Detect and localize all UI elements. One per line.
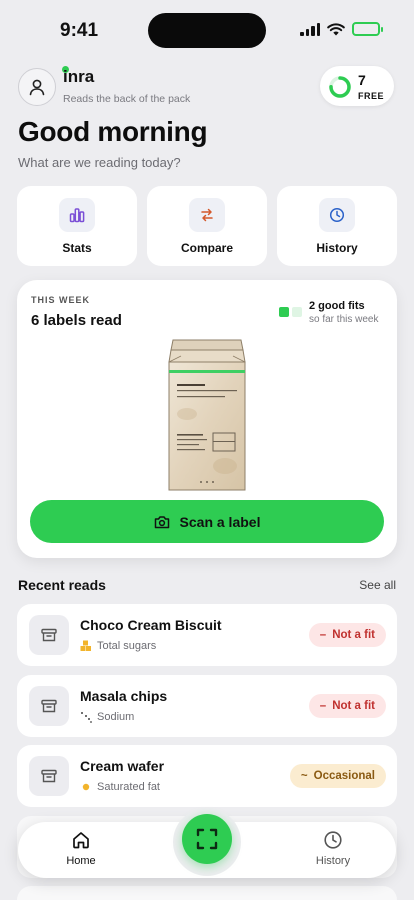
- week-kicker: THIS WEEK: [31, 295, 91, 305]
- nutrient-label: Total sugars: [97, 640, 157, 652]
- recent-read-item[interactable]: Choco Cream Biscuit Total sugars – Not a…: [17, 604, 397, 666]
- salt-dots-icon: [81, 712, 92, 723]
- history-label: History: [316, 241, 358, 255]
- app-name: inra: [63, 67, 95, 86]
- history-button[interactable]: History: [277, 186, 397, 266]
- scan-label-text: Scan a label: [179, 513, 261, 530]
- good-fits-legend: [279, 307, 302, 317]
- good-fits-subtitle: so far this week: [309, 314, 379, 325]
- app-tagline: Reads the back of the pack: [63, 93, 191, 105]
- history-icon-tile: [319, 198, 355, 232]
- progress-ring-icon: [329, 76, 351, 98]
- user-icon: [29, 79, 45, 96]
- food-package-illustration: [168, 339, 246, 491]
- archive-box-icon: [29, 686, 69, 726]
- sugar-cubes-icon: [80, 640, 91, 651]
- status-icons: [300, 22, 383, 36]
- status-bar: 9:41: [0, 0, 414, 60]
- recent-reads-title: Recent reads: [18, 577, 106, 593]
- dynamic-island: [148, 13, 266, 48]
- profile-avatar[interactable]: [18, 68, 56, 106]
- greeting-subtitle: What are we reading today?: [18, 155, 181, 170]
- tab-home[interactable]: Home: [41, 830, 121, 867]
- wifi-icon: [327, 22, 345, 35]
- scan-label-button[interactable]: Scan a label: [30, 500, 384, 543]
- compare-button[interactable]: Compare: [147, 186, 267, 266]
- clock-icon: [324, 831, 342, 849]
- nutrient-label: Sodium: [97, 711, 135, 723]
- product-name: Cream wafer: [80, 758, 165, 774]
- product-name: Choco Cream Biscuit: [80, 617, 222, 633]
- minus-icon: –: [319, 700, 327, 712]
- bar-chart-icon: [69, 208, 85, 223]
- home-icon: [73, 832, 89, 849]
- status-time: 9:41: [60, 20, 99, 41]
- swap-arrows-icon: [201, 208, 213, 222]
- tab-history[interactable]: History: [293, 830, 373, 867]
- stats-button[interactable]: Stats: [17, 186, 137, 266]
- compare-icon-tile: [189, 198, 225, 232]
- fat-drop-icon: [82, 783, 90, 791]
- compare-label: Compare: [180, 241, 233, 255]
- greeting-title: Good morning: [18, 116, 208, 147]
- verdict-badge: – Not a fit: [308, 623, 386, 647]
- archive-box-icon: [29, 615, 69, 655]
- see-all-link[interactable]: See all: [359, 578, 396, 592]
- stats-label: Stats: [62, 241, 92, 255]
- battery-icon: [352, 22, 383, 36]
- cellular-signal-icon: [300, 22, 320, 36]
- product-name: Masala chips: [80, 688, 168, 704]
- tab-home-label: Home: [66, 855, 96, 867]
- stats-icon-tile: [59, 198, 95, 232]
- nutrient-flag: Total sugars: [80, 640, 156, 652]
- verdict-badge: ~ Occasional: [289, 764, 386, 788]
- scan-frame-icon: [196, 828, 218, 850]
- camera-icon: [154, 515, 169, 528]
- nutrient-flag: Saturated fat: [80, 781, 160, 793]
- quick-actions: Stats Compare History: [17, 186, 397, 266]
- tilde-icon: ~: [300, 770, 308, 782]
- recent-read-item-partial: [17, 886, 397, 900]
- free-scans-count: 7: [358, 72, 366, 88]
- nutrient-label: Saturated fat: [97, 781, 160, 793]
- archive-box-icon: [29, 756, 69, 796]
- clock-icon: [329, 207, 345, 223]
- labels-read-count: 6 labels read: [31, 312, 122, 329]
- nutrient-flag: Sodium: [80, 711, 134, 723]
- free-scans-label: FREE: [358, 91, 385, 101]
- scan-fab-button[interactable]: [182, 814, 232, 864]
- verdict-label: Not a fit: [332, 629, 375, 641]
- recent-read-item[interactable]: Masala chips Sodium – Not a fit: [17, 675, 397, 737]
- verdict-label: Occasional: [313, 770, 375, 782]
- app-header: inra Reads the back of the pack 7 FREE: [18, 66, 396, 110]
- recent-read-item[interactable]: Cream wafer Saturated fat ~ Occasional: [17, 745, 397, 807]
- good-fits-count: 2 good fits: [309, 300, 365, 312]
- free-scans-badge[interactable]: 7 FREE: [320, 66, 394, 106]
- minus-icon: –: [319, 629, 327, 641]
- verdict-badge: – Not a fit: [308, 694, 386, 718]
- weekly-summary-card: THIS WEEK 6 labels read 2 good fits so f…: [17, 280, 397, 558]
- verdict-label: Not a fit: [332, 700, 375, 712]
- tab-history-label: History: [315, 855, 351, 867]
